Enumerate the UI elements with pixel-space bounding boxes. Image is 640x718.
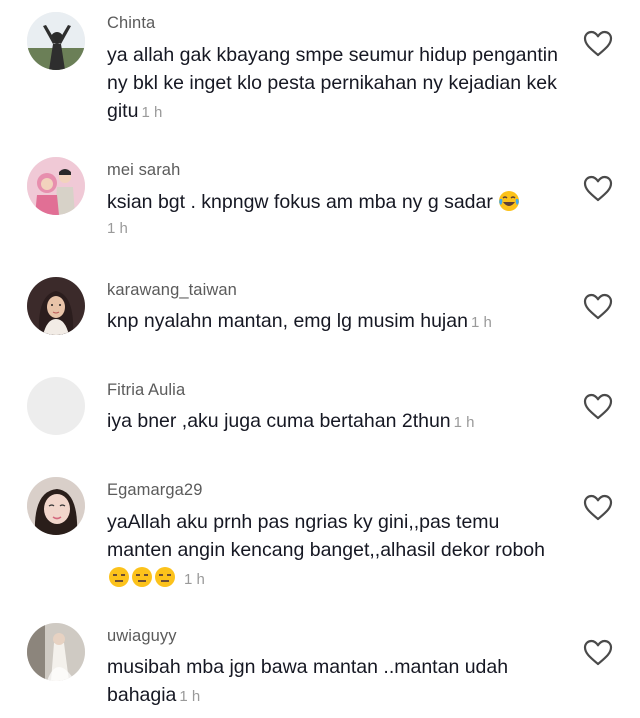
comment-text: iya bner ,aku juga cuma bertahan 2thun 1 … [107,407,562,437]
comment-body: ksian bgt . knpngw fokus am mba ny g sad… [107,191,493,213]
comment-username[interactable]: Fitria Aulia [107,381,185,400]
comment-body: ya allah gak kbayang smpe seumur hidup p… [107,44,558,122]
comment-username[interactable]: Egamarga29 [107,481,202,500]
comment-text: ya allah gak kbayang smpe seumur hidup p… [107,41,562,127]
comment-username[interactable]: mei sarah [107,161,180,180]
comment-body: yaAllah aku prnh pas ngrias ky gini,,pas… [107,511,545,561]
avatar[interactable] [27,377,85,435]
expressionless-face-icon [131,566,153,588]
like-heart-icon[interactable] [582,637,614,667]
expressionless-face-icon [108,566,130,588]
comment-time: 1 h [141,104,163,121]
avatar[interactable] [27,477,85,535]
comment-time: 1 h [453,414,475,431]
comment-username[interactable]: karawang_taiwan [107,281,237,300]
comment-text: knp nyalahn mantan, emg lg musim hujan 1 … [107,307,562,337]
comment-time: 1 h [184,571,205,588]
like-heart-icon[interactable] [582,291,614,321]
like-heart-icon[interactable] [582,28,614,58]
comment-text: ksian bgt . knpngw fokus am mba ny g sad… [107,188,562,242]
avatar[interactable] [27,12,85,70]
comment-time: 1 h [107,220,128,237]
comment-username[interactable]: Chinta [107,14,155,33]
avatar[interactable] [27,623,85,681]
comment-text: yaAllah aku prnh pas ngrias ky gini,,pas… [107,508,562,594]
comment-username[interactable]: uwiaguyy [107,627,177,646]
avatar[interactable] [27,157,85,215]
comment-time: 1 h [470,314,492,331]
avatar[interactable] [27,277,85,335]
like-heart-icon[interactable] [582,173,614,203]
like-heart-icon[interactable] [582,391,614,421]
comment-body: musibah mba jgn bawa mantan ..mantan uda… [107,656,509,706]
like-heart-icon[interactable] [582,492,614,522]
comment-body: knp nyalahn mantan, emg lg musim hujan [107,310,468,332]
comment-time: 1 h [179,688,201,705]
comment-body: iya bner ,aku juga cuma bertahan 2thun [107,410,451,432]
expressionless-face-icon [154,566,176,588]
comment-text: musibah mba jgn bawa mantan ..mantan uda… [107,653,562,711]
face-with-tears-of-joy-icon [498,190,520,212]
